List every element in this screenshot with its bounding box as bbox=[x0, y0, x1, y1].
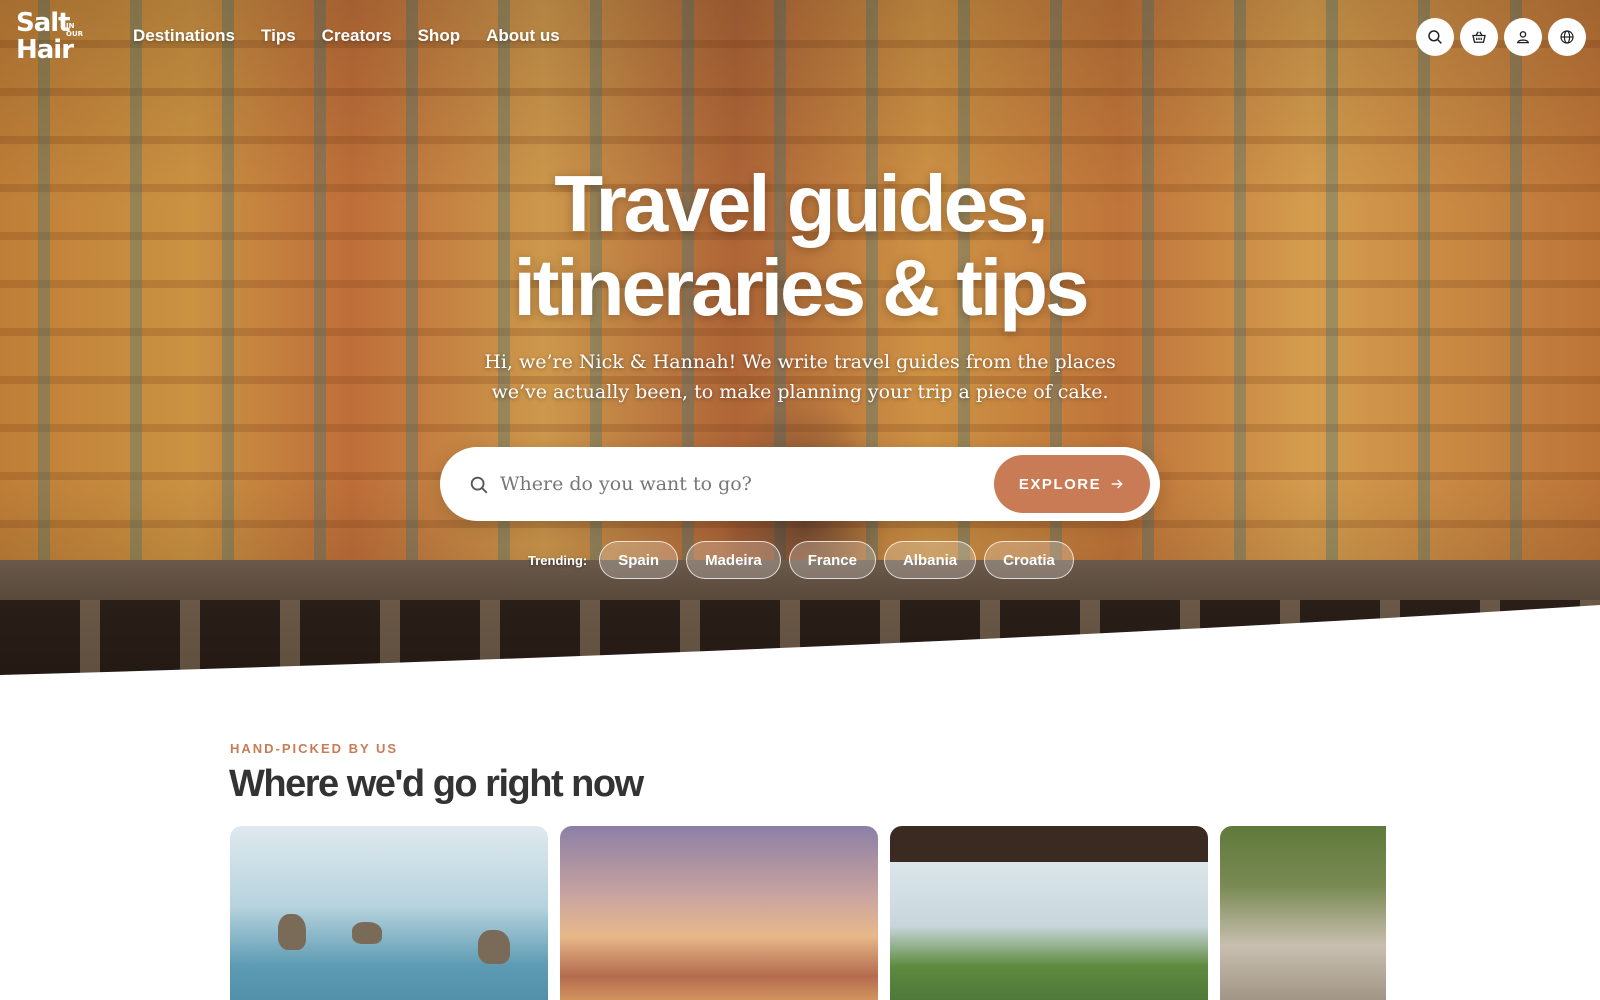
destination-search-input[interactable] bbox=[500, 465, 920, 503]
nav-item-tips[interactable]: Tips bbox=[261, 26, 296, 46]
trending-label: Trending: bbox=[528, 552, 588, 568]
trending-chip-france[interactable]: France bbox=[788, 541, 876, 579]
search-icon bbox=[1428, 30, 1442, 44]
globe-icon bbox=[1560, 30, 1574, 44]
logo-text-bottom: Hair bbox=[16, 35, 74, 65]
hero-headline-line-1: Travel guides, bbox=[554, 159, 1049, 248]
sea-stack-image bbox=[478, 930, 510, 964]
destination-card-4[interactable] bbox=[1220, 826, 1386, 1000]
main-nav: Destinations Tips Creators Shop About us bbox=[133, 26, 586, 46]
hero-bottom-curve bbox=[0, 605, 1600, 680]
trending-chip-croatia[interactable]: Croatia bbox=[984, 541, 1074, 579]
hero-subtext-line-1: Hi, we’re Nick & Hannah! We write travel… bbox=[484, 351, 1116, 373]
nav-item-destinations[interactable]: Destinations bbox=[133, 26, 235, 46]
explore-button-label: EXPLORE bbox=[1018, 475, 1102, 493]
section-eyebrow: HAND-PICKED BY US bbox=[230, 741, 399, 756]
hero-headline-line-2: itineraries & tips bbox=[513, 243, 1090, 332]
trending-chip-spain[interactable]: Spain bbox=[599, 541, 679, 579]
trending-chip-madeira[interactable]: Madeira bbox=[686, 541, 781, 579]
logo-text-small: IN OUR bbox=[66, 22, 84, 38]
nav-item-about-us[interactable]: About us bbox=[486, 26, 560, 46]
basket-button[interactable] bbox=[1460, 18, 1498, 56]
sea-stack-image bbox=[278, 914, 306, 950]
language-button[interactable] bbox=[1548, 18, 1586, 56]
trending-chip-albania[interactable]: Albania bbox=[883, 541, 977, 579]
nav-item-shop[interactable]: Shop bbox=[418, 26, 461, 46]
basket-icon bbox=[1472, 31, 1486, 43]
hero-subtext: Hi, we’re Nick & Hannah! We write travel… bbox=[0, 347, 1600, 407]
nav-item-creators[interactable]: Creators bbox=[322, 26, 392, 46]
destination-search-bar: EXPLORE bbox=[440, 447, 1160, 521]
hero-subtext-line-2: we’ve actually been, to make planning yo… bbox=[491, 381, 1109, 403]
destination-card-2[interactable] bbox=[560, 826, 878, 1000]
arrow-right-icon bbox=[1111, 479, 1123, 489]
user-icon bbox=[1516, 31, 1530, 44]
search-icon bbox=[470, 476, 488, 494]
hero-headline: Travel guides, itineraries & tips bbox=[0, 162, 1600, 330]
explore-button[interactable]: EXPLORE bbox=[994, 455, 1150, 513]
trending-destinations: Trending: Spain Madeira France Albania C… bbox=[528, 541, 1074, 579]
destination-card-1[interactable] bbox=[230, 826, 548, 1000]
destination-card-3[interactable] bbox=[890, 826, 1208, 1000]
destination-card-carousel bbox=[230, 826, 1386, 1000]
site-logo[interactable]: Salt IN OUR Hair bbox=[16, 10, 88, 64]
account-button[interactable] bbox=[1504, 18, 1542, 56]
header-actions bbox=[1416, 18, 1586, 56]
section-title: Where we'd go right now bbox=[229, 763, 644, 805]
sea-stack-image bbox=[352, 922, 382, 944]
header-search-button[interactable] bbox=[1416, 18, 1454, 56]
